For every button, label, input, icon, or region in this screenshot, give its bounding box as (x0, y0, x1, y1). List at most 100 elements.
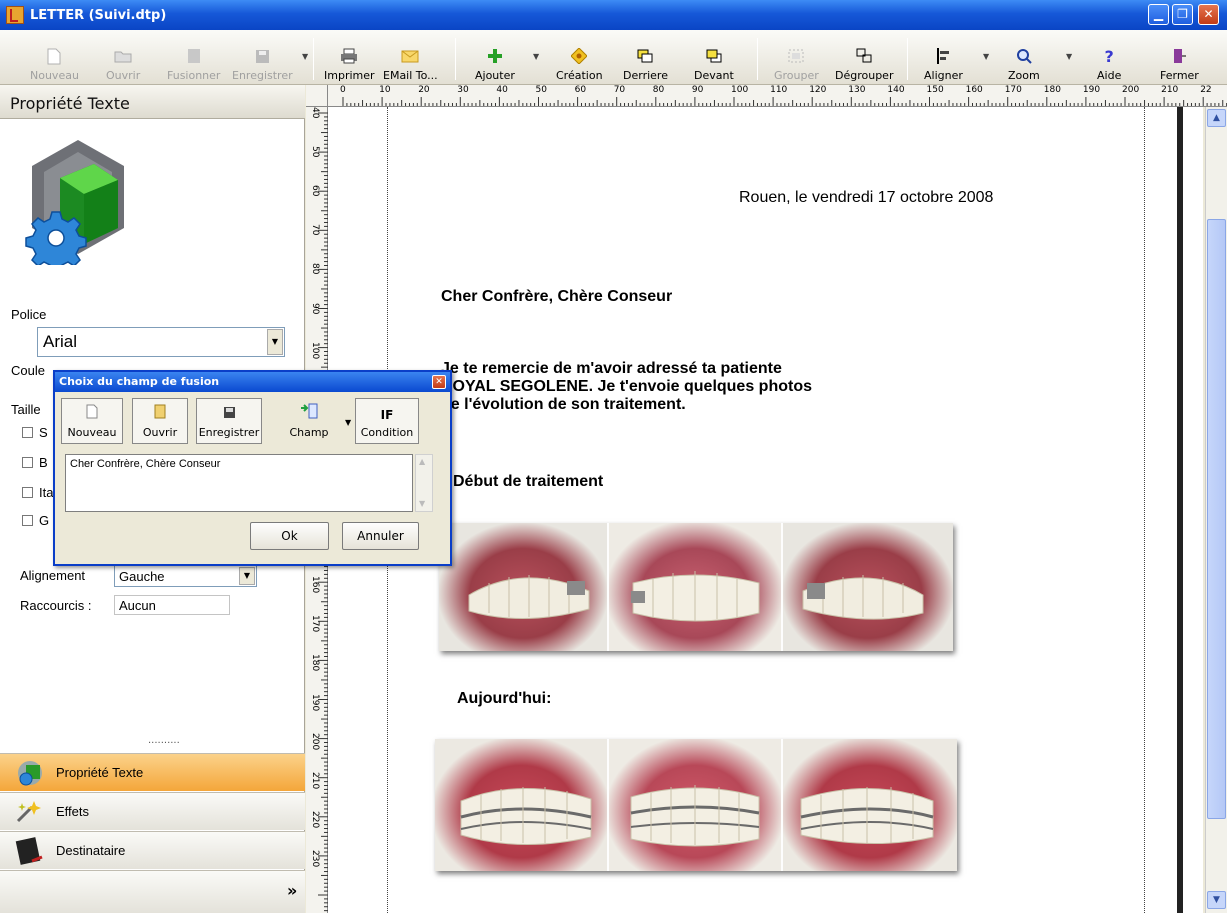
ruler-label: 210 (1161, 85, 1179, 95)
ruler-label: 190 (310, 693, 320, 711)
restore-button[interactable]: ❐ (1172, 4, 1193, 25)
save-icon (223, 406, 236, 422)
close-button[interactable]: ✕ (1198, 4, 1219, 25)
ouvrir-button[interactable]: Ouvrir (106, 34, 140, 82)
section-title-debut[interactable]: Début de traitement (453, 473, 603, 491)
police-select[interactable]: Arial ▼ (37, 327, 285, 357)
zoom-dropdown-arrow[interactable]: ▼ (1066, 52, 1072, 61)
scroll-down-arrow-icon[interactable]: ▼ (1207, 891, 1226, 909)
dialog-champ-button[interactable]: Champ (272, 398, 346, 444)
grouper-button[interactable]: Grouper (774, 34, 819, 82)
letter-date[interactable]: Rouen, le vendredi 17 octobre 2008 (739, 189, 993, 207)
scroll-up-arrow-icon[interactable]: ▲ (419, 457, 425, 466)
ruler-label: 120 (809, 85, 827, 95)
checkbox-row[interactable]: G (22, 513, 49, 528)
checkbox[interactable] (22, 515, 33, 526)
new-document-icon (86, 404, 98, 422)
ok-button[interactable]: Ok (250, 522, 329, 550)
ruler-label: 80 (652, 85, 665, 95)
champ-dropdown-arrow[interactable]: ▼ (345, 418, 351, 427)
degrouper-button[interactable]: Dégrouper (835, 34, 893, 82)
annuler-button[interactable]: Annuler (342, 522, 419, 550)
section-title-aujourdhui[interactable]: Aujourd'hui: (457, 690, 551, 708)
panel-resize-grip[interactable]: .......... (148, 735, 180, 746)
ruler-label: 160 (965, 85, 983, 95)
nouveau-button[interactable]: Nouveau (30, 34, 79, 82)
alignement-label: Alignement (20, 568, 86, 583)
ajouter-dropdown-arrow[interactable]: ▼ (533, 52, 539, 61)
ruler-label: 100 (731, 85, 749, 95)
teeth-photo-right (439, 523, 607, 651)
teeth-photo-left (783, 523, 953, 651)
nav-effets[interactable]: Effets (0, 792, 305, 830)
nav-destinataire[interactable]: Destinataire (0, 831, 305, 869)
dialog-nouveau-button[interactable]: Nouveau (61, 398, 123, 444)
minimize-button[interactable]: ▁ (1148, 4, 1169, 25)
text-properties-logo-icon (18, 128, 133, 273)
zoom-button[interactable]: Zoom (1008, 34, 1040, 82)
ungroup-icon (855, 47, 873, 65)
ruler-label: 40 (310, 107, 320, 119)
scroll-down-arrow-icon[interactable]: ▼ (419, 499, 425, 508)
raccourcis-field[interactable]: Aucun (114, 595, 230, 615)
teeth-photo-right-braces (435, 739, 607, 871)
scroll-thumb[interactable] (1207, 219, 1226, 819)
email-button[interactable]: EMail To... (383, 34, 438, 82)
checkbox[interactable] (22, 457, 33, 468)
new-document-icon (45, 47, 63, 65)
photo-today[interactable] (435, 739, 957, 871)
checkbox-row[interactable]: Ita (22, 485, 53, 500)
fermer-button[interactable]: Fermer (1160, 34, 1199, 82)
devant-button[interactable]: Devant (694, 34, 734, 82)
enregistrer-button[interactable]: Enregistrer (232, 34, 293, 82)
creation-label: Création (556, 69, 603, 82)
checkbox[interactable] (22, 427, 33, 438)
enregistrer-dropdown-arrow[interactable]: ▼ (302, 52, 308, 61)
aligner-button[interactable]: Aligner (924, 34, 963, 82)
letter-body-line: de l'évolution de son traitement. (441, 396, 686, 413)
expand-more-button[interactable]: » (287, 881, 297, 900)
merge-text-area[interactable]: Cher Confrère, Chère Conseur (65, 454, 413, 512)
ruler-corner (306, 85, 328, 107)
letter-body[interactable]: Je te remercie de m'avoir adressé ta pat… (441, 360, 921, 414)
aligner-dropdown-arrow[interactable]: ▼ (983, 52, 989, 61)
horizontal-ruler: mm 0102030405060708090100110120130140150… (306, 85, 1227, 107)
ajouter-button[interactable]: Ajouter (475, 34, 515, 82)
open-file-icon (154, 404, 166, 422)
aide-button[interactable]: ? Aide (1097, 34, 1121, 83)
app-icon (6, 6, 24, 24)
teeth-photo-left-braces (783, 739, 957, 871)
dialog-condition-button[interactable]: IF Condition (355, 398, 419, 444)
alignement-select[interactable]: Gauche ▼ (114, 565, 257, 587)
dialog-button-label: Champ (289, 426, 329, 439)
fusionner-button[interactable]: Fusionner (167, 34, 220, 82)
checkbox-row[interactable]: B (22, 455, 48, 470)
panel-title: Propriété Texte (0, 85, 305, 119)
checkbox[interactable] (22, 487, 33, 498)
dialog-button-label: Enregistrer (198, 426, 260, 439)
alignement-value: Gauche (119, 569, 165, 584)
nav-label: Propriété Texte (56, 765, 144, 780)
letter-greeting[interactable]: Cher Confrère, Chère Conseur (441, 288, 672, 306)
title-bar[interactable]: LETTER (Suivi.dtp) ▁ ❐ ✕ (0, 0, 1227, 30)
chevron-down-icon[interactable]: ▼ (239, 567, 255, 585)
creation-button[interactable]: Création (556, 34, 603, 82)
dialog-close-icon[interactable]: ✕ (432, 375, 446, 389)
scroll-up-arrow-icon[interactable]: ▲ (1207, 109, 1226, 127)
teeth-photo-front (609, 523, 781, 651)
nav-propriete-texte[interactable]: Propriété Texte (0, 753, 305, 791)
dialog-enregistrer-button[interactable]: Enregistrer (196, 398, 262, 444)
align-icon (934, 47, 952, 65)
vertical-scrollbar[interactable]: ▲ ▼ (1205, 107, 1227, 913)
text-area-scrollbar[interactable]: ▲ ▼ (415, 454, 433, 512)
imprimer-button[interactable]: Imprimer (324, 34, 375, 82)
document-canvas[interactable]: Rouen, le vendredi 17 octobre 2008 Cher … (328, 107, 1203, 913)
checkbox-row[interactable]: S (22, 425, 48, 440)
email-icon (401, 47, 419, 65)
photo-initial-treatment[interactable] (439, 523, 953, 651)
chevron-down-icon[interactable]: ▼ (267, 329, 283, 355)
derriere-button[interactable]: Derriere (623, 34, 668, 82)
dialog-ouvrir-button[interactable]: Ouvrir (132, 398, 188, 444)
right-margin-guide (1144, 107, 1145, 913)
dialog-title: Choix du champ de fusion (55, 372, 450, 392)
